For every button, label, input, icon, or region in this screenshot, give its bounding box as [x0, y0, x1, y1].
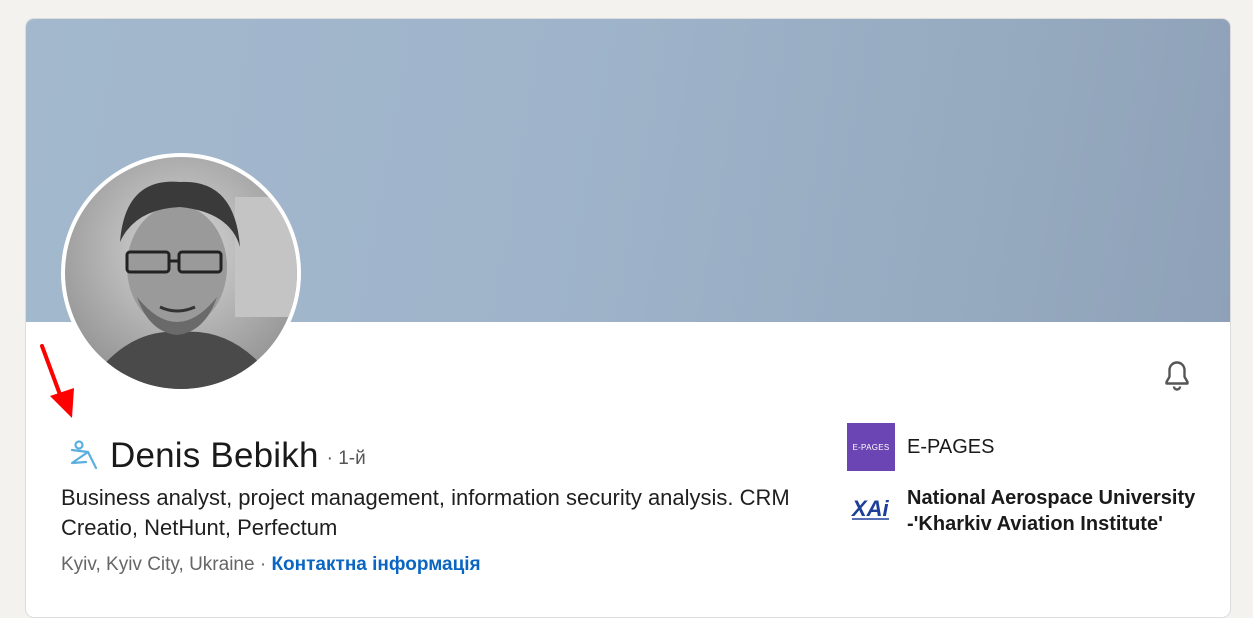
- profile-headline: Business analyst, project management, in…: [61, 485, 790, 540]
- company-logo-text: E-PAGES: [852, 442, 890, 452]
- education-school[interactable]: XAi National Aerospace University -'Khar…: [847, 485, 1207, 537]
- location-row: Kyiv, Kyiv City, Ukraine · Контактна інф…: [61, 554, 481, 576]
- profile-name: Denis Bebikh: [110, 436, 319, 475]
- red-arrow-icon: [40, 344, 74, 418]
- svg-text:XAi: XAi: [851, 496, 890, 521]
- company-name: E-PAGES: [907, 435, 995, 458]
- profile-card: Denis Bebikh · 1-й Business analyst, pro…: [25, 18, 1231, 618]
- company-logo: E-PAGES: [847, 423, 895, 471]
- xai-logo-icon: XAi: [847, 485, 895, 533]
- notification-bell-button[interactable]: [1159, 358, 1195, 394]
- profile-avatar[interactable]: [61, 153, 301, 393]
- bell-icon: [1165, 361, 1189, 391]
- location-separator: ·: [254, 554, 272, 575]
- open-to-work-person-icon: [70, 440, 98, 470]
- current-company[interactable]: E-PAGES E-PAGES: [847, 423, 994, 471]
- name-row: Denis Bebikh · 1-й: [66, 431, 366, 481]
- contact-info-link[interactable]: Контактна інформація: [271, 554, 480, 575]
- connection-degree: · 1-й: [326, 448, 366, 469]
- school-name: National Aerospace University -'Kharkiv …: [907, 487, 1196, 535]
- profile-location: Kyiv, Kyiv City, Ukraine: [61, 554, 255, 575]
